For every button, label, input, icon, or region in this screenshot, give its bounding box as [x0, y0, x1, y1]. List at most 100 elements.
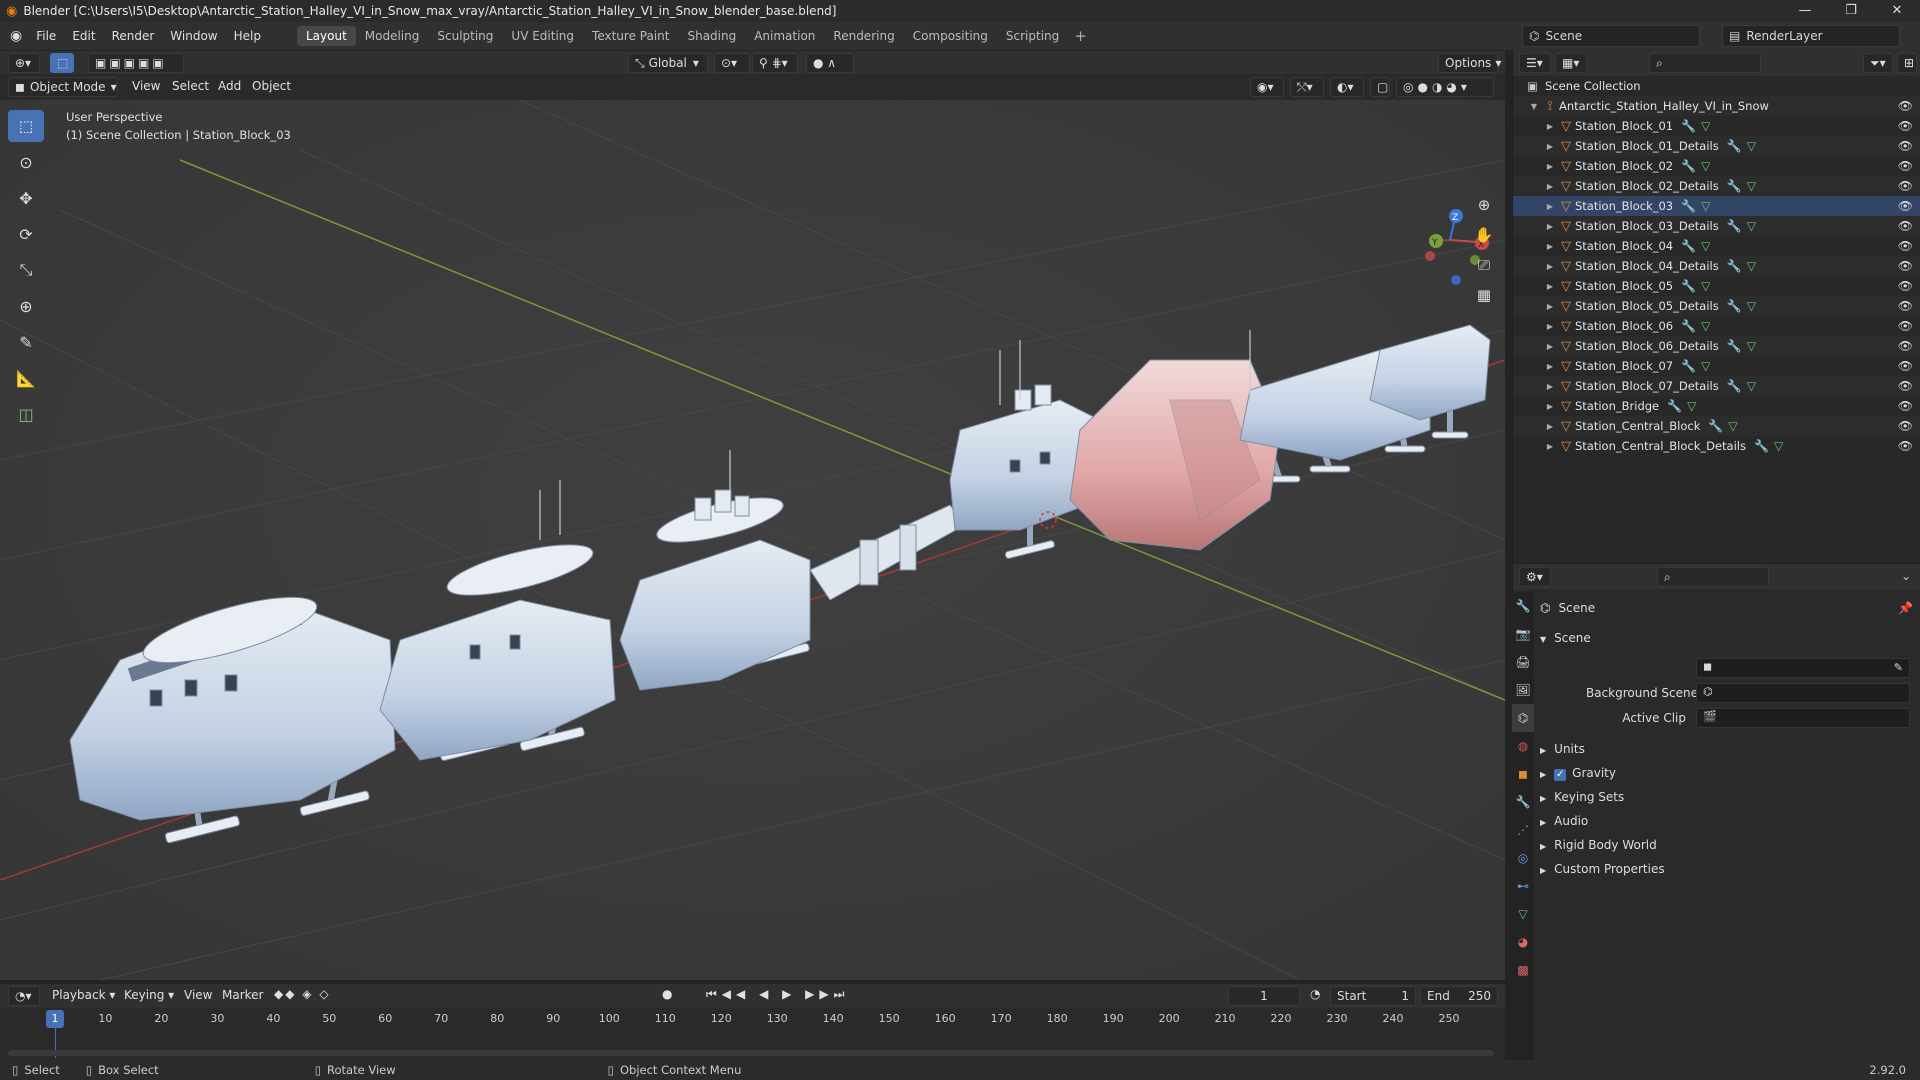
gizmo-toggle[interactable]: ⤲▾ — [1290, 77, 1324, 97]
eye-icon[interactable]: 👁 — [1898, 419, 1913, 433]
timeline-menu-marker[interactable]: Marker — [222, 988, 263, 1002]
timeline-menu-keying[interactable]: Keying ▾ — [124, 988, 174, 1002]
wrench-icon[interactable]: 🔧 — [1681, 319, 1696, 333]
world-tab-icon[interactable]: ◍ — [1512, 732, 1534, 760]
close-icon[interactable]: ✕ — [1874, 0, 1920, 22]
outliner-item[interactable]: ▶ ▽ Station_Block_03 🔧 ▽ 👁 — [1513, 196, 1920, 216]
properties-editor-type[interactable]: ⚙▾ — [1519, 567, 1551, 587]
tab-layout[interactable]: Layout — [296, 26, 356, 46]
mesh-data-icon[interactable]: ▽ — [1774, 439, 1783, 453]
expand-icon[interactable]: ▶ — [1543, 162, 1557, 171]
expand-icon[interactable]: ▶ — [1543, 322, 1557, 331]
cursor-tool[interactable]: ⊙ — [8, 146, 44, 178]
outliner-item[interactable]: ▶ ▽ Station_Central_Block 🔧 ▽ 👁 — [1513, 416, 1920, 436]
eye-icon[interactable]: 👁 — [1898, 299, 1913, 313]
wrench-icon[interactable]: 🔧 — [1727, 139, 1742, 153]
eye-icon[interactable]: 👁 — [1898, 139, 1913, 153]
expand-icon[interactable]: ▶ — [1543, 342, 1557, 351]
wrench-icon[interactable]: 🔧 — [1681, 279, 1696, 293]
mesh-data-icon[interactable]: ▽ — [1701, 199, 1710, 213]
view-layer-selector[interactable]: ▤ RenderLayer — [1722, 25, 1900, 47]
expand-icon[interactable]: ▶ — [1543, 282, 1557, 291]
eye-icon[interactable]: 👁 — [1898, 399, 1913, 413]
mesh-data-icon[interactable]: ▽ — [1747, 219, 1756, 233]
subpanel-units[interactable]: ▶ Units — [1540, 742, 1585, 756]
select-mode-button[interactable]: ⬚ — [50, 53, 74, 73]
mesh-data-icon[interactable]: ▽ — [1747, 339, 1756, 353]
timeline-area[interactable]: 1 10 20 30 40 50 60 70 80 90 100 110 120 130 140 150 160… — [0, 1008, 1505, 1060]
outliner-item[interactable]: ▶ ▽ Station_Bridge 🔧 ▽ 👁 — [1513, 396, 1920, 416]
render-tab-icon[interactable]: 📷 — [1512, 620, 1534, 648]
outliner-item[interactable]: ▶ ▽ Station_Block_05 🔧 ▽ 👁 — [1513, 276, 1920, 296]
eye-icon[interactable]: 👁 — [1898, 239, 1913, 253]
gravity-checkbox[interactable]: ✓ — [1554, 769, 1567, 781]
mesh-data-icon[interactable]: ▽ — [1687, 399, 1696, 413]
new-collection-button[interactable]: ⊞ — [1897, 53, 1917, 73]
outliner-item[interactable]: ▶ ▽ Station_Block_05_Details 🔧 ▽ 👁 — [1513, 296, 1920, 316]
wrench-icon[interactable]: 🔧 — [1681, 199, 1696, 213]
expand-icon[interactable]: ▼ — [1527, 102, 1541, 111]
wrench-icon[interactable]: 🔧 — [1727, 379, 1742, 393]
tab-texture-paint[interactable]: Texture Paint — [583, 26, 678, 46]
shading-modes[interactable]: ◎●◑◕▾ — [1396, 77, 1494, 97]
eye-icon[interactable]: 👁 — [1898, 359, 1913, 373]
wrench-icon[interactable]: 🔧 — [1727, 299, 1742, 313]
snap-toggle[interactable]: ⚲ ⋕▾ — [752, 53, 798, 73]
subpanel-audio[interactable]: ▶ Audio — [1540, 814, 1588, 828]
outliner-item[interactable]: ▶ ▽ Station_Block_07_Details 🔧 ▽ 👁 — [1513, 376, 1920, 396]
subpanel-keying-sets[interactable]: ▶ Keying Sets — [1540, 790, 1624, 804]
outliner-item[interactable]: ▶ ▽ Station_Block_04_Details 🔧 ▽ 👁 — [1513, 256, 1920, 276]
mesh-data-icon[interactable]: ▽ — [1747, 179, 1756, 193]
output-tab-icon[interactable]: 🖨 — [1512, 648, 1534, 676]
tab-compositing[interactable]: Compositing — [904, 26, 997, 46]
outliner-item[interactable]: ▶ ▽ Station_Block_07 🔧 ▽ 👁 — [1513, 356, 1920, 376]
wrench-icon[interactable]: 🔧 — [1754, 439, 1769, 453]
annotate-tool[interactable]: ✎ — [8, 326, 44, 358]
record-icon[interactable]: ● — [662, 987, 672, 1001]
mesh-data-icon[interactable]: ▽ — [1701, 359, 1710, 373]
selection-modes[interactable]: ▣▣▣▣▣ — [88, 53, 184, 73]
camera-field[interactable]: ◼ ✎ — [1696, 658, 1910, 678]
outliner-item[interactable]: ▶ ▽ Station_Block_04 🔧 ▽ 👁 — [1513, 236, 1920, 256]
tab-uv-editing[interactable]: UV Editing — [502, 26, 583, 46]
eye-icon[interactable]: 👁 — [1898, 99, 1913, 113]
properties-search[interactable]: ⌕ — [1657, 567, 1769, 587]
wrench-icon[interactable]: 🔧 — [1727, 219, 1742, 233]
menu-window[interactable]: Window — [162, 29, 225, 43]
outliner-collection-row[interactable]: ▼ ⟟ Antarctic_Station_Halley_VI_in_Snow … — [1513, 96, 1920, 116]
viewport-menu-view[interactable]: View — [132, 79, 160, 93]
overlays-toggle[interactable]: ◐▾ — [1330, 77, 1364, 97]
eye-icon[interactable]: 👁 — [1898, 199, 1913, 213]
tab-animation[interactable]: Animation — [745, 26, 824, 46]
rotate-tool[interactable]: ⟳ — [8, 218, 44, 250]
mesh-data-icon[interactable]: ▽ — [1747, 299, 1756, 313]
view-layer-tab-icon[interactable]: 🖼 — [1512, 676, 1534, 704]
transform-orientation-dropdown[interactable]: ⤡ Global ▾ — [628, 53, 708, 73]
start-frame-field[interactable]: Start 1 — [1330, 986, 1416, 1006]
expand-icon[interactable]: ▶ — [1543, 362, 1557, 371]
tool-tab-icon[interactable]: 🔧 — [1512, 592, 1534, 620]
outliner-search[interactable]: ⌕ — [1649, 53, 1761, 73]
wrench-icon[interactable]: 🔧 — [1681, 119, 1696, 133]
background-scene-field[interactable]: ⌬ — [1696, 683, 1910, 703]
tab-modeling[interactable]: Modeling — [356, 26, 429, 46]
texture-tab-icon[interactable]: ▩ — [1512, 956, 1534, 984]
scene-selector[interactable]: ⌬ Scene — [1522, 25, 1700, 47]
active-clip-field[interactable]: 🎬 — [1696, 708, 1910, 728]
blender-menu-icon[interactable]: ◉ — [10, 28, 22, 44]
move-tool[interactable]: ✥ — [8, 182, 44, 214]
ortho-grid-icon[interactable]: ▦ — [1470, 286, 1498, 316]
outliner-item[interactable]: ▶ ▽ Station_Block_06_Details 🔧 ▽ 👁 — [1513, 336, 1920, 356]
wrench-icon[interactable]: 🔧 — [1727, 339, 1742, 353]
current-frame-field[interactable]: 1 — [1228, 986, 1300, 1006]
eye-icon[interactable]: 👁 — [1898, 259, 1913, 273]
expand-icon[interactable]: ▶ — [1543, 442, 1557, 451]
add-workspace-icon[interactable]: + — [1074, 27, 1087, 45]
visibility-dropdown[interactable]: ◉▾ — [1250, 77, 1284, 97]
minimize-icon[interactable]: — — [1782, 0, 1828, 22]
keyframe-nav-icon[interactable]: ◆◆ ◈ ◇ — [274, 987, 331, 1001]
outliner-item[interactable]: ▶ ▽ Station_Block_06 🔧 ▽ 👁 — [1513, 316, 1920, 336]
pivot-point-dropdown[interactable]: ⊙▾ — [714, 53, 750, 73]
eye-icon[interactable]: 👁 — [1898, 219, 1913, 233]
scene-tab-icon[interactable]: ⌬ — [1512, 704, 1534, 732]
